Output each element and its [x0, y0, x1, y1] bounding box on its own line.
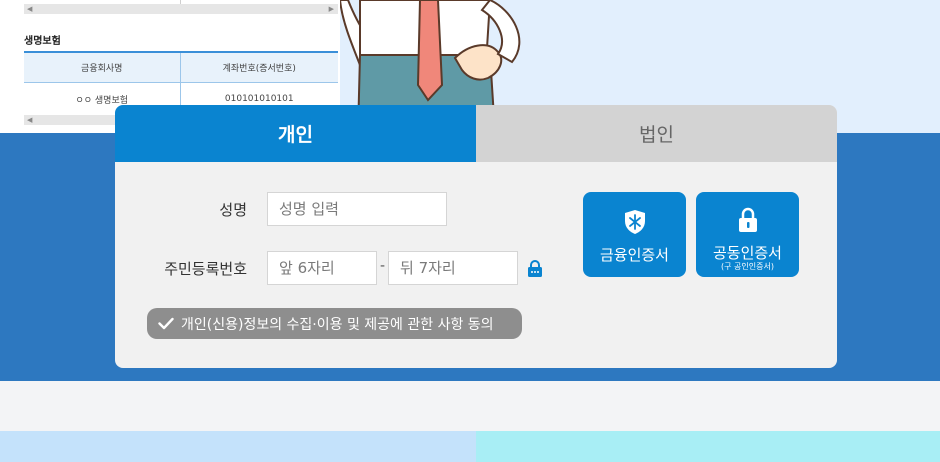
login-card: 개인 법인 성명 주민등록번호 - 금융인증서 공동인증서 (구 공인인증서): [115, 105, 837, 368]
check-icon: [158, 317, 174, 330]
name-input[interactable]: [267, 192, 447, 226]
financial-cert-label: 금융인증서: [599, 246, 669, 264]
column-header: 계좌번호(증서번호): [179, 51, 338, 83]
tab-personal[interactable]: 개인: [115, 105, 476, 162]
bottom-strip-left: [0, 431, 476, 462]
lock-icon[interactable]: [526, 260, 544, 278]
rrn-separator: -: [380, 258, 386, 274]
bottom-strip-right: [476, 431, 940, 462]
horizontal-scrollbar: ◀ ▶: [24, 4, 338, 14]
rrn-label: 주민등록번호: [164, 260, 247, 278]
financial-cert-button[interactable]: 금융인증서: [583, 192, 686, 277]
scroll-left-icon: ◀: [27, 116, 33, 124]
rrn-back-input[interactable]: [388, 251, 518, 285]
shield-icon: [624, 210, 645, 234]
joint-cert-sublabel: (구 공인인증서): [721, 262, 774, 271]
scroll-left-icon: ◀: [27, 5, 33, 13]
joint-cert-button[interactable]: 공동인증서 (구 공인인증서): [696, 192, 799, 277]
section-title: 생명보험: [24, 36, 61, 47]
scroll-right-icon: ▶: [328, 5, 334, 13]
tab-corporate[interactable]: 법인: [476, 105, 837, 162]
lock-icon: [738, 207, 757, 232]
consent-toggle[interactable]: 개인(신용)정보의 수집·이용 및 제공에 관한 사항 동의: [147, 308, 522, 339]
consent-label: 개인(신용)정보의 수집·이용 및 제공에 관한 사항 동의: [181, 316, 494, 333]
rrn-front-input[interactable]: [267, 251, 377, 285]
joint-cert-label: 공동인증서: [712, 244, 782, 262]
gray-band: [0, 381, 940, 431]
name-label: 성명: [219, 201, 247, 219]
column-header: 금융회사명: [24, 51, 180, 83]
